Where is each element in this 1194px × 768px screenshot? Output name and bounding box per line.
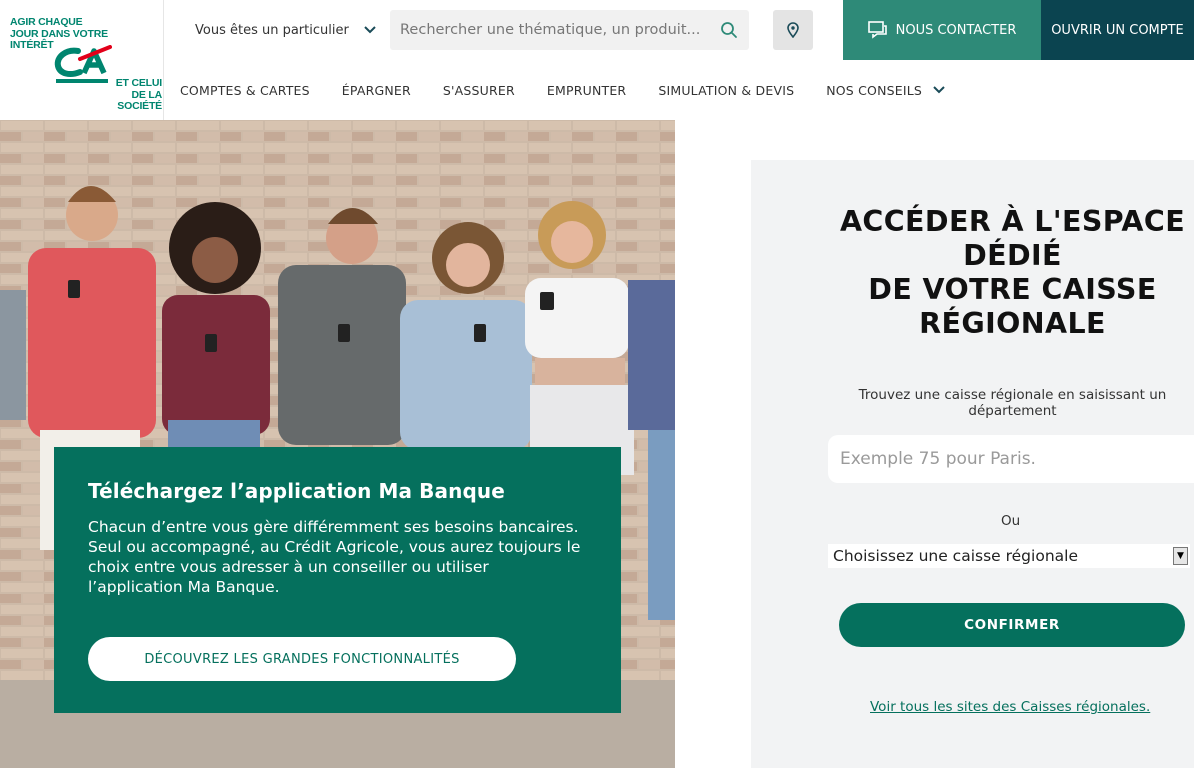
logo-tagline-bottom: ET CELUI DE LA SOCIÉTÉ — [115, 77, 162, 112]
regional-panel-title: ACCÉDER À L'ESPACE DÉDIÉ DE VOTRE CAISSE… — [751, 205, 1194, 341]
profile-selector[interactable]: Vous êtes un particulier — [195, 20, 377, 40]
brand-logo[interactable]: AGIR CHAQUE JOUR DANS VOTRE INTÉRÊT ET C… — [0, 0, 164, 120]
open-account-button[interactable]: OUVRIR UN COMPTE — [1041, 0, 1194, 60]
app-promo-card: Téléchargez l’application Ma Banque Chac… — [54, 447, 621, 713]
promo-title: Téléchargez l’application Ma Banque — [88, 479, 505, 503]
discover-features-button[interactable]: DÉCOUVREZ LES GRANDES FONCTIONNALITÉS — [88, 637, 516, 681]
department-input[interactable] — [828, 435, 1194, 483]
nav-item-epargner[interactable]: ÉPARGNER — [342, 83, 411, 98]
contact-button-label: NOUS CONTACTER — [895, 22, 1017, 38]
dropdown-arrow-icon: ▼ — [1173, 547, 1188, 565]
promo-text-line-1: Chacun d’entre vous gère différemment se… — [88, 518, 579, 536]
credit-agricole-ca-logo-icon — [54, 45, 112, 83]
search-bar — [390, 10, 749, 50]
map-pin-icon — [787, 22, 799, 38]
or-separator: Ou — [1001, 513, 1021, 529]
regional-bank-select-value: Choisissez une caisse régionale — [833, 547, 1078, 565]
regional-hint-text: Trouvez une caisse régionale en saisissa… — [858, 387, 1167, 419]
nav-item-comptes-cartes[interactable]: COMPTES & CARTES — [180, 83, 310, 98]
hero-banner: Téléchargez l’application Ma Banque Chac… — [0, 120, 675, 768]
promo-description: Chacun d’entre vous gère différemment se… — [88, 517, 587, 597]
title-line-3: DE VOTRE CAISSE — [868, 273, 1157, 306]
title-line-2: DÉDIÉ — [963, 239, 1062, 272]
search-input[interactable] — [390, 22, 709, 38]
nav-item-sassurer[interactable]: S'ASSURER — [443, 83, 515, 98]
title-line-1: ACCÉDER À L'ESPACE — [839, 205, 1186, 238]
main-navigation: COMPTES & CARTES ÉPARGNER S'ASSURER EMPR… — [180, 60, 978, 120]
regional-bank-select[interactable]: Choisissez une caisse régionale ▼ — [828, 544, 1190, 568]
search-icon[interactable] — [709, 10, 749, 50]
site-header: AGIR CHAQUE JOUR DANS VOTRE INTÉRÊT ET C… — [0, 0, 1194, 120]
profile-selector-label: Vous êtes un particulier — [195, 22, 349, 38]
all-regional-sites-link[interactable]: Voir tous les sites des Caisses régional… — [870, 699, 1150, 715]
promo-text-line-2: Seul ou accompagné, au Crédit Agricole, … — [88, 538, 581, 596]
chevron-down-icon — [364, 26, 376, 34]
nav-item-emprunter[interactable]: EMPRUNTER — [547, 83, 626, 98]
chevron-down-icon — [933, 86, 945, 94]
chat-bubble-icon — [867, 21, 887, 39]
contact-button[interactable]: NOUS CONTACTER — [843, 0, 1041, 60]
regional-bank-panel: ACCÉDER À L'ESPACE DÉDIÉ DE VOTRE CAISSE… — [751, 160, 1194, 768]
title-line-4: RÉGIONALE — [919, 307, 1106, 340]
nav-item-nos-conseils-label: NOS CONSEILS — [826, 82, 923, 98]
nav-item-nos-conseils[interactable]: NOS CONSEILS — [826, 83, 946, 98]
nav-item-simulation-devis[interactable]: SIMULATION & DEVIS — [658, 83, 794, 98]
agency-locator-button[interactable] — [773, 10, 813, 50]
confirm-button[interactable]: CONFIRMER — [839, 603, 1185, 647]
